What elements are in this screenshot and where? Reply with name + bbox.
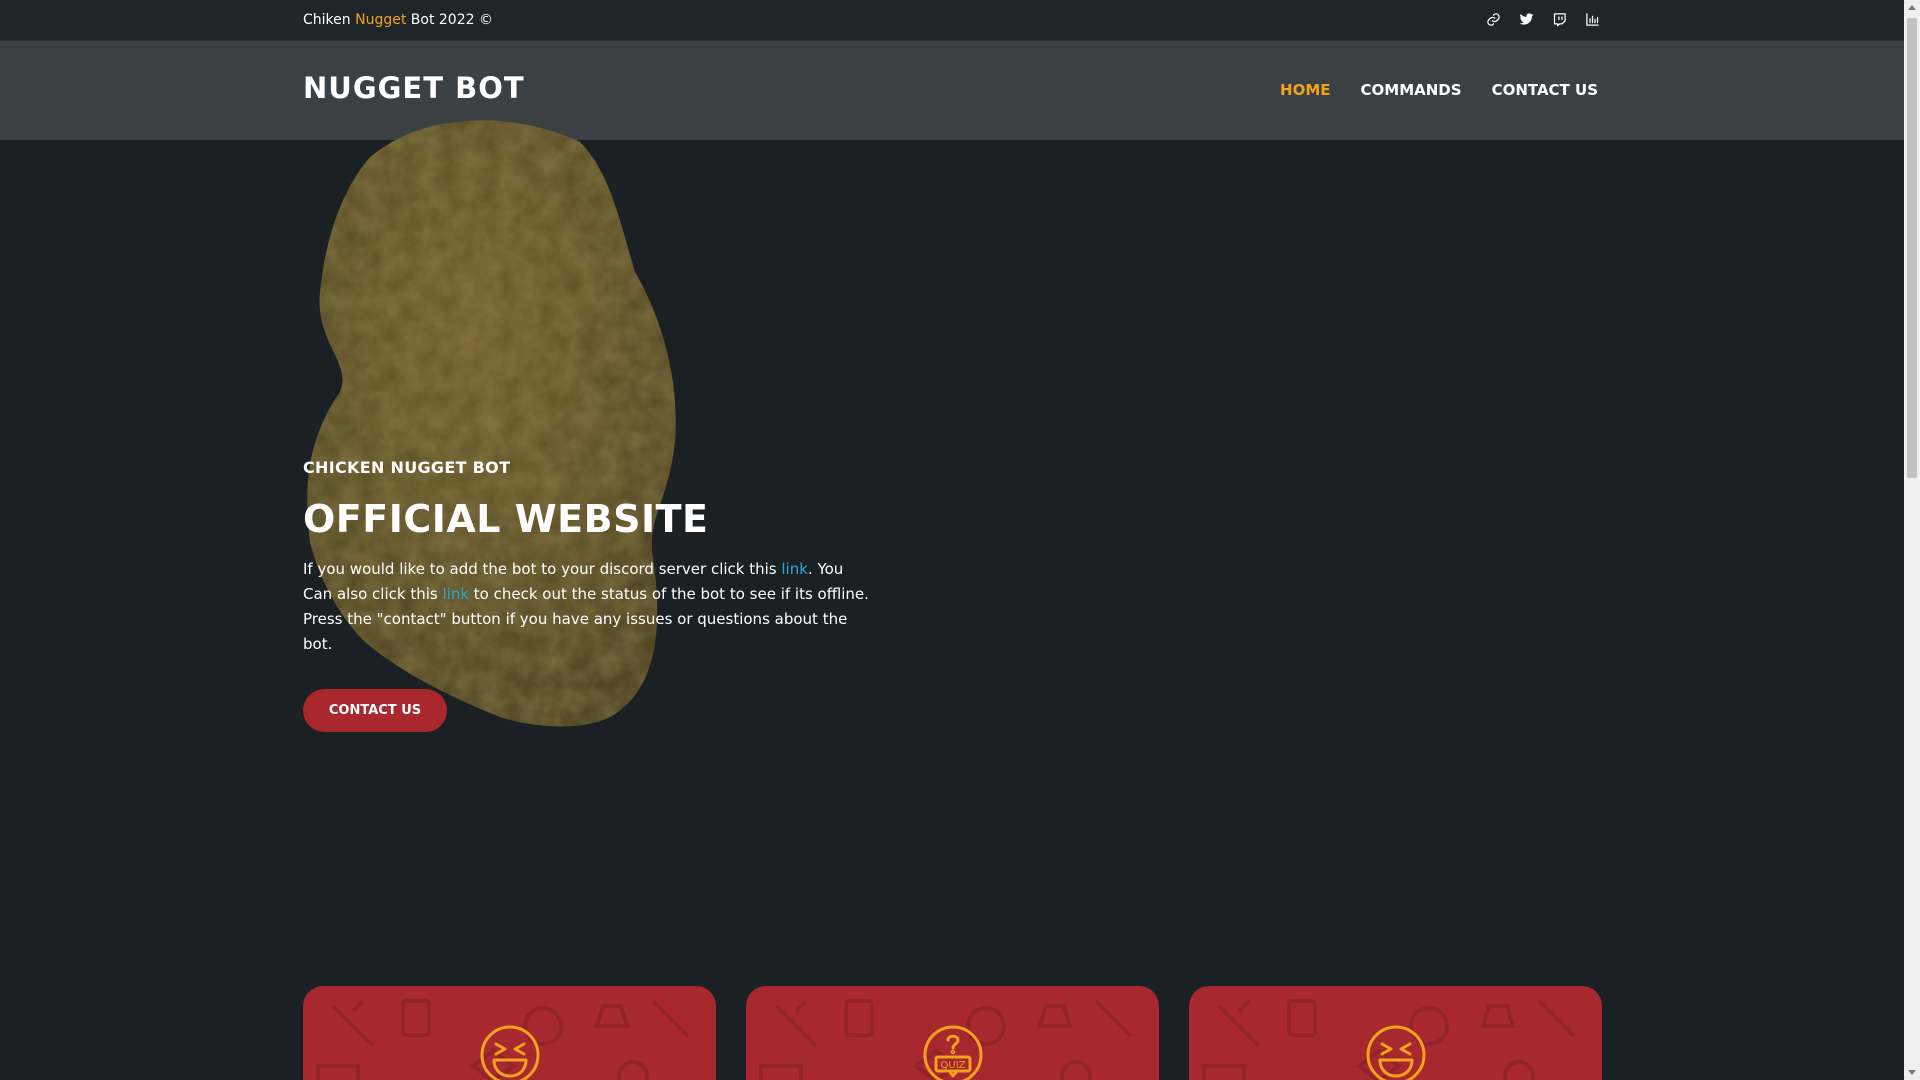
social-links (1484, 10, 1602, 29)
hero-headline: OFFICIAL WEBSITE (303, 497, 709, 541)
feature-card[interactable] (303, 986, 716, 1080)
stats-icon[interactable] (1583, 10, 1602, 29)
nav-contact-us[interactable]: CONTACT US (1492, 81, 1598, 99)
vertical-scrollbar[interactable] (1904, 0, 1920, 1080)
scrollbar-thumb[interactable] (1907, 18, 1917, 478)
main-nav: HOME COMMANDS CONTACT US (1280, 81, 1598, 99)
nav-home[interactable]: HOME (1280, 81, 1330, 99)
copyright-accent: Nugget (355, 12, 407, 28)
feature-cards: QUIZ (303, 986, 1602, 1080)
laughing-face-icon (479, 1024, 541, 1080)
twitch-icon[interactable] (1550, 10, 1569, 29)
feature-card[interactable]: QUIZ (746, 986, 1159, 1080)
desc-part-1: If you would like to add the bot to your… (303, 560, 782, 578)
page: Chiken Nugget Bot 2022 © NUGGET BOT HOME… (0, 0, 1920, 1080)
copyright-text: Chiken Nugget Bot 2022 © (303, 12, 493, 28)
copyright-prefix: Chiken (303, 12, 356, 28)
feature-card[interactable] (1189, 986, 1602, 1080)
laughing-face-icon (1365, 1024, 1427, 1080)
site-logo-text[interactable]: NUGGET BOT (303, 71, 525, 105)
nav-commands[interactable]: COMMANDS (1361, 81, 1462, 99)
twitter-icon[interactable] (1517, 10, 1536, 29)
hero-description: If you would like to add the bot to your… (303, 557, 873, 657)
contact-us-button[interactable]: CONTACT US (303, 689, 447, 732)
top-bar: Chiken Nugget Bot 2022 © (0, 0, 1904, 41)
copyright-suffix: Bot 2022 © (406, 12, 493, 28)
hero-eyebrow: CHICKEN NUGGET BOT (303, 458, 511, 477)
scroll-down-arrow-icon[interactable] (1908, 1070, 1916, 1075)
add-bot-link[interactable]: link (781, 560, 808, 578)
quiz-icon: QUIZ (922, 1024, 984, 1080)
hero-section: CHICKEN NUGGET BOT OFFICIAL WEBSITE If y… (303, 458, 883, 732)
link-icon[interactable] (1484, 10, 1503, 29)
svg-text:QUIZ: QUIZ (941, 1060, 966, 1071)
bot-status-link[interactable]: link (442, 585, 469, 603)
scroll-up-arrow-icon[interactable] (1908, 5, 1916, 10)
